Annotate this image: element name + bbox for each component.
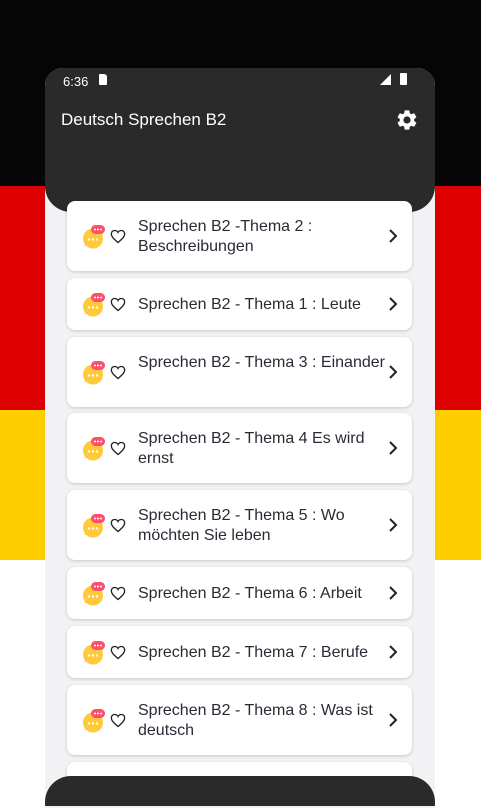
list-item-label: Sprechen B2 - Thema 5 : Wo möchten Sie l… — [138, 507, 345, 544]
list-item-label: Sprechen B2 - Thema 8 : Was ist deutsch — [138, 702, 373, 739]
list-item-label: Sprechen B2 -Thema 2 : Beschreibungen — [138, 218, 313, 255]
list-item[interactable]: Sprechen B2 - Thema 6 : Arbeit — [67, 567, 412, 619]
list-item-label: Sprechen B2 - Thema 1 : Leute — [138, 296, 361, 313]
chat-icon — [83, 514, 105, 538]
list-item[interactable]: Sprechen B2 - Thema 7 : Berufe — [67, 626, 412, 678]
chat-icon — [83, 709, 105, 733]
list-item-label: Sprechen B2 - Thema 7 : Berufe — [138, 644, 369, 661]
heart-outline-icon[interactable] — [110, 229, 126, 244]
heart-outline-icon[interactable] — [110, 441, 126, 456]
heart-outline-icon[interactable] — [110, 713, 126, 728]
list-item[interactable]: Sprechen B2 -Thema 2 : Beschreibungen — [67, 201, 412, 271]
chevron-right-icon — [389, 586, 398, 600]
list-item[interactable]: Sprechen B2 - Thema 4 Es wird ernst — [67, 413, 412, 483]
topic-list: Sprechen B2 -Thema 2 : Beschreibungen Sp… — [0, 0, 481, 802]
chat-icon — [83, 641, 105, 665]
list-item[interactable]: Sprechen B2 - Thema 3 : Einander — [67, 337, 412, 407]
chevron-right-icon — [389, 441, 398, 455]
list-item[interactable]: Sprechen B2 - Thema 1 : Leute — [67, 278, 412, 330]
chat-icon — [83, 361, 105, 385]
chevron-right-icon — [389, 229, 398, 243]
list-item-label: Sprechen B2 - Thema 3 : Einander — [138, 354, 385, 371]
list-item[interactable]: Sprechen B2 - Thema 5 : Wo möchten Sie l… — [67, 490, 412, 560]
heart-outline-icon[interactable] — [110, 586, 126, 601]
heart-outline-icon[interactable] — [110, 297, 126, 312]
list-item-label: Sprechen B2 - Thema 4 Es wird ernst — [138, 430, 365, 467]
list-item-label: Sprechen B2 - Thema 6 : Arbeit — [138, 585, 362, 602]
chat-icon — [83, 437, 105, 461]
chat-icon — [83, 582, 105, 606]
chevron-right-icon — [389, 297, 398, 311]
heart-outline-icon[interactable] — [110, 645, 126, 660]
list-item[interactable]: Sprechen B2 - Thema 8 : Was ist deutsch — [67, 685, 412, 755]
chevron-right-icon — [389, 713, 398, 727]
chevron-right-icon — [389, 365, 398, 379]
heart-outline-icon[interactable] — [110, 518, 126, 533]
chat-icon — [83, 293, 105, 317]
chevron-right-icon — [389, 518, 398, 532]
chevron-right-icon — [389, 645, 398, 659]
heart-outline-icon[interactable] — [110, 365, 126, 380]
bottom-bar — [45, 776, 435, 806]
chat-icon — [83, 225, 105, 249]
